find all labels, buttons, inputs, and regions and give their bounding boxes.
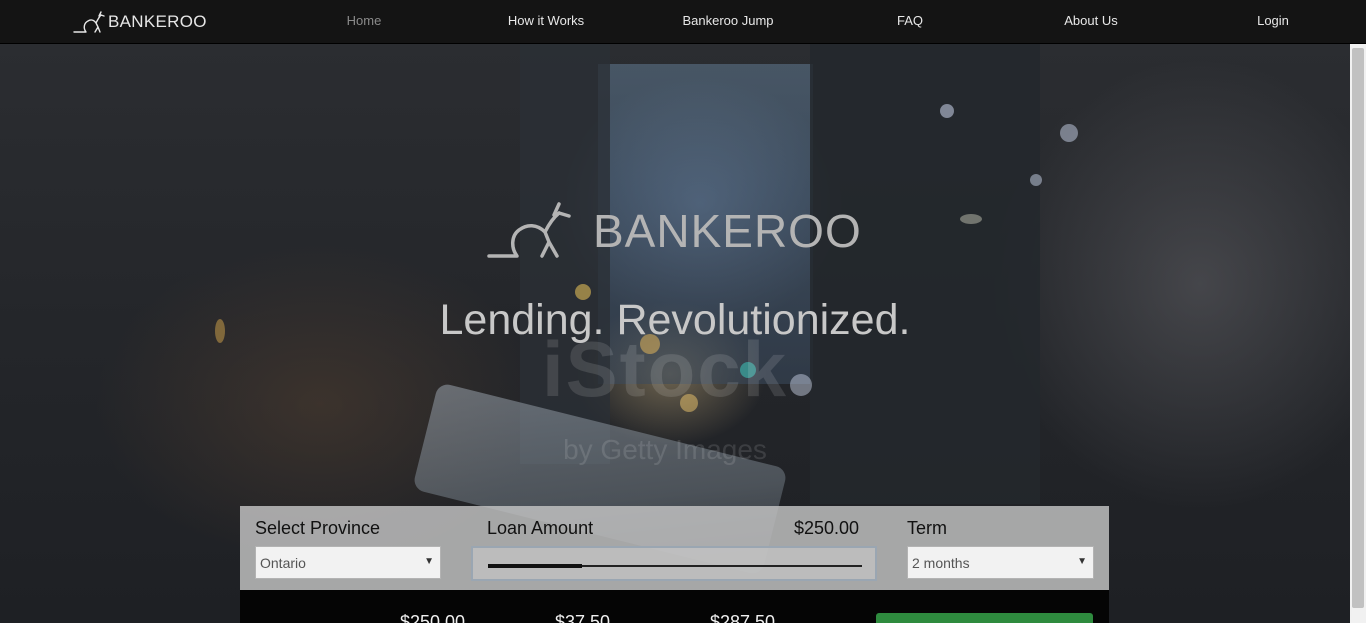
- brand-name: BANKEROO: [108, 12, 207, 31]
- brand-logo[interactable]: BANKEROO: [72, 10, 207, 34]
- chevron-down-icon: ▼: [424, 556, 434, 567]
- page-scrollbar-thumb[interactable]: [1352, 48, 1364, 608]
- hero-background-building: [810, 44, 1040, 504]
- city-light: [940, 104, 954, 118]
- loan-calculator-form: Select Province Ontario ▼ Loan Amount $2…: [240, 506, 1109, 590]
- result-principal: $250.00: [400, 612, 466, 623]
- city-light: [1060, 124, 1078, 142]
- term-select-value: 2 months: [912, 555, 970, 571]
- nav-faq[interactable]: FAQ: [845, 13, 975, 28]
- slider-fill[interactable]: [488, 564, 582, 568]
- result-fee: $37.50: [555, 612, 611, 623]
- result-total: $287.50: [710, 612, 776, 623]
- hero-logo: BANKEROO: [487, 202, 862, 260]
- nav-how-it-works[interactable]: How it Works: [481, 13, 611, 28]
- loan-amount-label: Loan Amount: [487, 518, 594, 538]
- hero-brand-name: BANKEROO: [593, 205, 862, 257]
- apply-button[interactable]: [876, 613, 1093, 623]
- loan-amount-value: $250.00: [794, 518, 860, 538]
- term-select[interactable]: 2 months ▼: [907, 546, 1094, 579]
- kangaroo-icon: [73, 11, 105, 33]
- province-select[interactable]: Ontario ▼: [255, 546, 441, 579]
- city-light: [1030, 174, 1042, 186]
- image-watermark-sub: by Getty Images: [563, 434, 767, 465]
- province-select-value: Ontario: [260, 555, 306, 571]
- loan-amount-slider[interactable]: [471, 546, 877, 581]
- nav-about-us[interactable]: About Us: [1026, 13, 1156, 28]
- nav-home[interactable]: Home: [299, 13, 429, 28]
- city-light: [960, 214, 982, 224]
- loan-results-bar: $250.00 $37.50 $287.50: [240, 590, 1109, 623]
- hero-tagline: Lending. Revolutionized.: [439, 296, 911, 344]
- chevron-down-icon: ▼: [1077, 556, 1087, 567]
- term-label: Term: [907, 518, 947, 538]
- top-navbar: BANKEROO Home How it Works Bankeroo Jump…: [0, 0, 1366, 44]
- nav-bankeroo-jump[interactable]: Bankeroo Jump: [663, 13, 793, 28]
- kangaroo-icon: [487, 202, 571, 258]
- nav-login[interactable]: Login: [1208, 13, 1338, 28]
- province-label: Select Province: [255, 518, 381, 538]
